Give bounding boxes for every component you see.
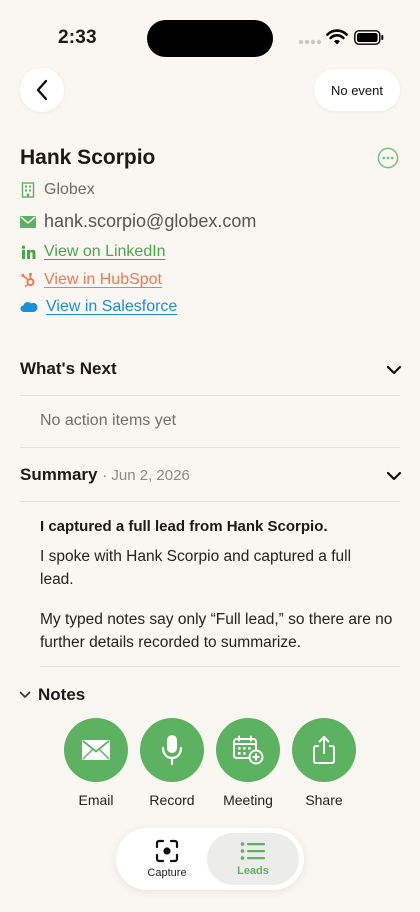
tab-bar: Capture Leads	[116, 828, 304, 890]
linkedin-icon	[20, 244, 36, 260]
divider	[20, 395, 400, 396]
share-label: Share	[305, 792, 343, 808]
salesforce-link[interactable]: View in Salesforce	[46, 298, 177, 316]
chevron-down-icon[interactable]	[19, 691, 31, 699]
email-action[interactable]: Email	[64, 718, 128, 808]
summary-title: Summary	[20, 465, 98, 484]
tab-capture-label: Capture	[147, 867, 187, 879]
salesforce-cloud-icon	[20, 299, 38, 315]
chevron-left-icon	[36, 79, 48, 101]
list-icon	[240, 842, 265, 860]
email-address[interactable]: hank.scorpio@globex.com	[44, 211, 256, 232]
notes-title[interactable]: Notes	[38, 685, 85, 705]
tab-capture[interactable]: Capture	[121, 833, 213, 885]
building-icon	[20, 182, 36, 198]
summary-paragraph-2: My typed notes say only “Full lead,” so …	[40, 611, 393, 651]
summary-heading: I captured a full lead from Hank Scorpio…	[40, 518, 328, 535]
share-button[interactable]	[292, 718, 356, 782]
no-action-items-text: No action items yet	[40, 412, 177, 429]
salesforce-row[interactable]: View in Salesforce	[20, 298, 177, 316]
email-button[interactable]	[64, 718, 128, 782]
more-options-icon[interactable]	[377, 147, 399, 169]
share-action[interactable]: Share	[292, 718, 356, 808]
envelope-icon	[82, 740, 110, 760]
meeting-label: Meeting	[223, 792, 273, 808]
linkedin-link[interactable]: View on LinkedIn	[44, 243, 166, 261]
tab-leads[interactable]: Leads	[207, 833, 299, 885]
summary-date: · Jun 2, 2026	[102, 467, 190, 484]
divider	[20, 501, 400, 502]
summary-paragraph-1: I spoke with Hank Scorpio and captured a…	[40, 548, 352, 588]
calendar-add-icon	[233, 735, 264, 765]
share-icon	[313, 736, 335, 764]
linkedin-row[interactable]: View on LinkedIn	[20, 243, 166, 261]
meeting-button[interactable]	[216, 718, 280, 782]
whats-next-title[interactable]: What's Next	[20, 359, 117, 379]
record-label: Record	[149, 792, 195, 808]
contact-name: Hank Scorpio	[20, 146, 156, 169]
divider	[20, 447, 400, 448]
microphone-icon	[161, 735, 183, 766]
status-bar: 2:33	[0, 0, 420, 60]
no-event-button[interactable]: No event	[314, 69, 400, 111]
email-label: Email	[78, 792, 114, 808]
company-row: Globex	[20, 181, 95, 199]
cellular-signal-icon	[298, 39, 322, 45]
capture-icon	[155, 839, 179, 863]
dynamic-island	[147, 20, 273, 57]
divider	[40, 666, 400, 667]
tab-leads-label: Leads	[237, 865, 269, 877]
chevron-down-icon[interactable]	[386, 471, 402, 481]
chevron-down-icon[interactable]	[386, 365, 402, 375]
summary-header[interactable]: Summary · Jun 2, 2026	[20, 465, 190, 485]
hubspot-link[interactable]: View in HubSpot	[44, 271, 162, 289]
back-button[interactable]	[20, 68, 64, 112]
record-button[interactable]	[140, 718, 204, 782]
battery-icon	[354, 30, 384, 45]
status-time: 2:33	[58, 27, 97, 48]
meeting-action[interactable]: Meeting	[216, 718, 280, 808]
hubspot-icon	[20, 272, 36, 288]
company-name: Globex	[44, 181, 95, 198]
hubspot-row[interactable]: View in HubSpot	[20, 271, 162, 289]
email-row[interactable]: hank.scorpio@globex.com	[20, 211, 256, 232]
envelope-icon	[20, 214, 36, 230]
record-action[interactable]: Record	[140, 718, 204, 808]
wifi-icon	[326, 29, 348, 45]
